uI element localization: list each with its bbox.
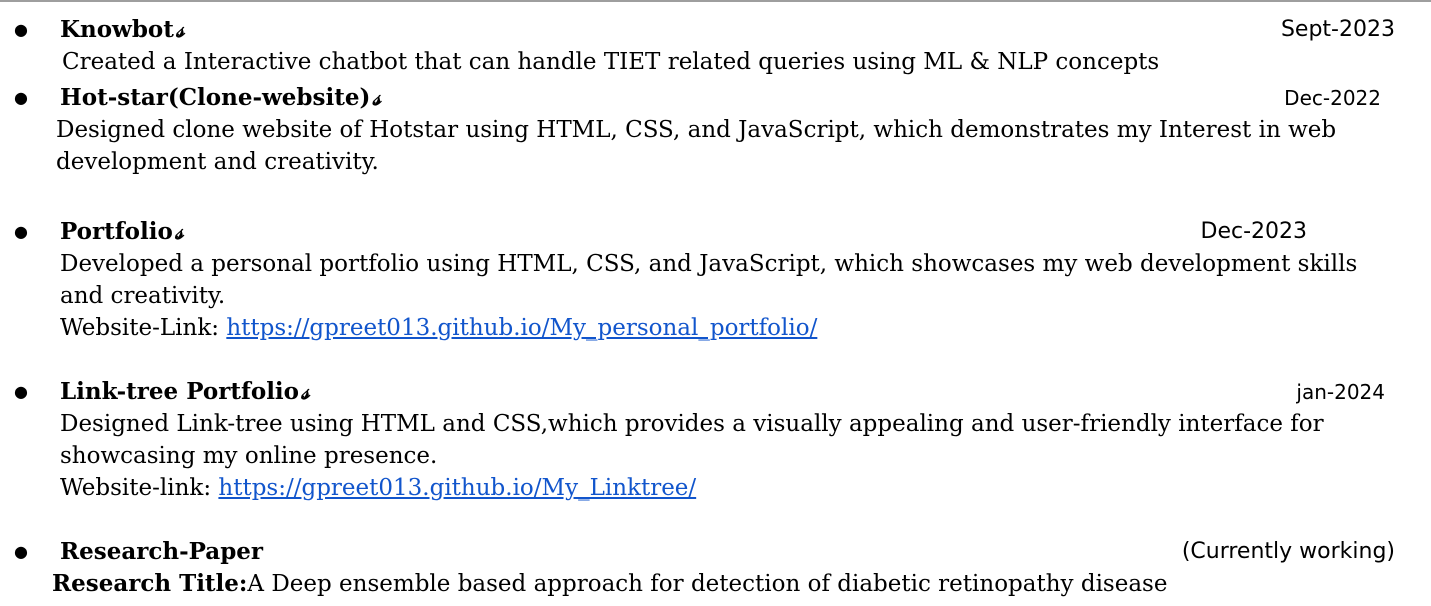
project-description: Created a Interactive chatbot that can h… <box>62 49 1160 75</box>
top-divider <box>0 0 1431 2</box>
research-title-line: Research Title:A Deep ensemble based app… <box>52 568 1382 600</box>
project-date: Sept-2023 <box>1280 17 1395 42</box>
bullet-icon: ● <box>14 382 28 401</box>
project-date: Dec-2022 <box>1284 86 1381 110</box>
website-link-label: Website-link: <box>60 475 219 501</box>
bullet-icon: ● <box>14 20 28 39</box>
link-icon[interactable]: 𝓈 <box>372 84 380 111</box>
linktree-url-link[interactable]: https://gpreet013.github.io/My_Linktree/ <box>218 475 696 501</box>
link-icon[interactable]: 𝓈 <box>175 218 183 245</box>
project-title: Link-tree Portfolio𝓈 <box>60 378 310 405</box>
project-title: Research-Paper <box>60 538 264 565</box>
bullet-icon: ● <box>14 88 28 107</box>
project-description-text: Developed a personal portfolio using HTM… <box>60 251 1358 309</box>
portfolio-url-link[interactable]: https://gpreet013.github.io/My_personal_… <box>226 315 817 341</box>
project-title: Hot-star(Clone-website)𝓈 <box>60 84 381 111</box>
project-description-text: Designed Link-tree using HTML and CSS,wh… <box>60 411 1324 469</box>
research-title-text: A Deep ensemble based approach for detec… <box>247 571 1168 597</box>
project-title: Knowbot𝓈 <box>60 16 185 43</box>
bullet-icon: ● <box>14 542 28 561</box>
project-title: Portfolio𝓈 <box>60 218 184 245</box>
project-date: jan-2024 <box>1296 380 1385 404</box>
project-description: Designed Link-tree using HTML and CSS,wh… <box>60 408 1390 504</box>
project-description: Designed clone website of Hotstar using … <box>56 117 1337 175</box>
project-description: Developed a personal portfolio using HTM… <box>60 248 1390 344</box>
project-status: (Currently working) <box>1181 539 1395 564</box>
research-title-label: Research Title: <box>52 570 248 597</box>
website-link-line: Website-Link: https://gpreet013.github.i… <box>60 312 1390 344</box>
project-date: Dec-2023 <box>1200 219 1308 244</box>
website-link-label: Website-Link: <box>60 315 227 341</box>
website-link-line: Website-link: https://gpreet013.github.i… <box>60 472 1390 504</box>
link-icon[interactable]: 𝓈 <box>301 378 309 405</box>
bullet-icon: ● <box>14 222 28 241</box>
link-icon[interactable]: 𝓈 <box>176 16 184 43</box>
